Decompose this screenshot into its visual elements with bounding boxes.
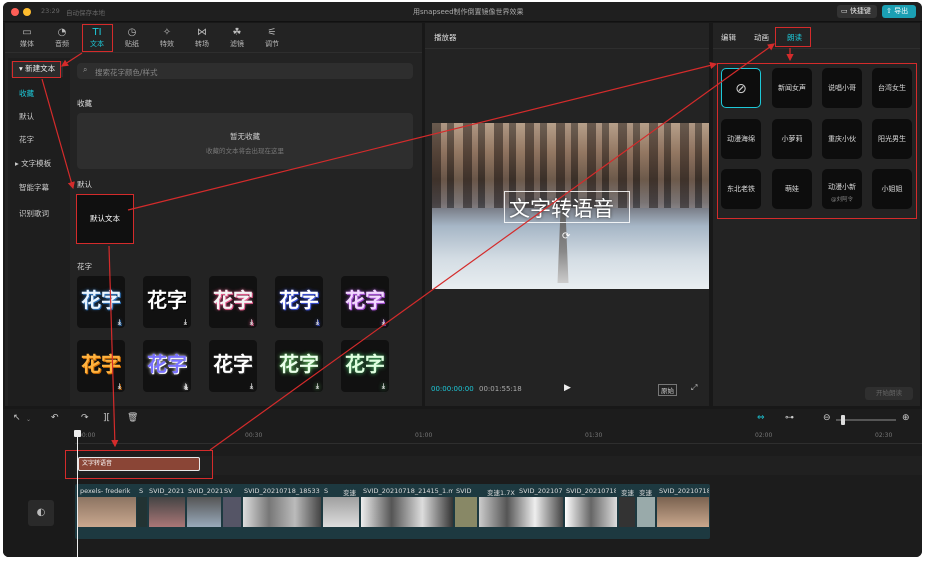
annotation-arrows [41,43,794,451]
